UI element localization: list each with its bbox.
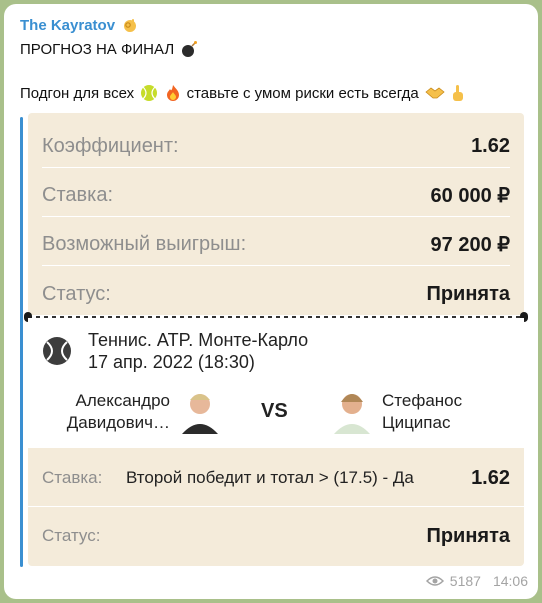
odds-value: 1.62: [471, 134, 510, 157]
player-two-last-name: Циципас: [382, 413, 451, 432]
quote-bar: [20, 117, 23, 567]
player-one-first-name: Александро: [75, 391, 170, 410]
message-time: 14:06: [492, 573, 528, 589]
bet-odds: 1.62: [471, 466, 510, 489]
post-headline: ПРОГНОЗ НА ФИНАЛ: [20, 40, 198, 58]
subline-text: Подгон для всех: [20, 85, 135, 102]
odds-label: Коэффициент:: [42, 134, 179, 157]
ticket-row-stake: Ставка: 60 000 ₽: [42, 174, 510, 217]
bet-status-row: Статус: Принята: [42, 516, 510, 556]
subline-tail-text: ставьте с умом риски есть всегда: [186, 85, 419, 102]
player-one-name: Александро Давидович…: [58, 390, 170, 434]
stake-value: 60 000 ₽: [430, 184, 510, 207]
fire-icon: [167, 85, 180, 101]
bet-separator: [28, 506, 524, 507]
payout-label: Возможный выигрыш:: [42, 232, 247, 255]
ticket-row-odds: Коэффициент: 1.62: [42, 125, 510, 168]
post-subline: Подгон для всех ставьте с умом риски ест…: [20, 84, 465, 102]
status-value: Принята: [426, 282, 510, 305]
bomb-icon: [182, 41, 198, 57]
bet-label: Ставка:: [42, 468, 103, 487]
player-one-avatar: [176, 386, 224, 434]
bet-details: Ставка: Второй победит и тотал > (17.5) …: [28, 448, 524, 566]
player-one-last-name: Давидович…: [66, 413, 170, 432]
bet-ticket-summary: Коэффициент: 1.62 Ставка: 60 000 ₽ Возмо…: [28, 113, 524, 315]
view-count: 5187: [449, 573, 481, 589]
ticket-row-status: Статус: Принята: [42, 273, 510, 315]
match-info: Теннис. ATP. Монте-Карло 17 апр. 2022 (1…: [28, 318, 524, 446]
bet-status-value: Принята: [426, 524, 510, 547]
eye-icon: [425, 576, 444, 586]
channel-name-text[interactable]: The Kayratov: [20, 17, 115, 34]
player-two-avatar: [328, 386, 376, 434]
player-two-first-name: Стефанос: [382, 391, 463, 410]
match-title: Теннис. ATP. Монте-Карло: [88, 330, 309, 350]
player-two-name: Стефанос Циципас: [382, 390, 512, 434]
message-meta: 5187 14:06: [425, 573, 528, 589]
versus-label: VS: [261, 400, 288, 422]
tennis-ball-icon: [43, 337, 71, 365]
stake-label: Ставка:: [42, 183, 113, 206]
status-label: Статус:: [42, 282, 111, 305]
bet-status-label: Статус:: [42, 526, 101, 545]
bet-description: Второй победит и тотал > (17.5) - Да: [126, 468, 414, 487]
ok-hand-icon: [124, 19, 137, 32]
headline-text: ПРОГНОЗ НА ФИНАЛ: [20, 41, 175, 58]
pointing-up-icon: [453, 85, 464, 101]
bet-row: Ставка: Второй победит и тотал > (17.5) …: [42, 460, 510, 496]
match-date: 17 апр. 2022 (18:30): [88, 352, 255, 372]
tennis-ball-emoji-icon: [141, 85, 158, 101]
channel-name[interactable]: The Kayratov: [20, 16, 139, 34]
handshake-icon: [425, 87, 445, 99]
payout-value: 97 200 ₽: [430, 233, 510, 256]
ticket-row-payout: Возможный выигрыш: 97 200 ₽: [42, 223, 510, 266]
